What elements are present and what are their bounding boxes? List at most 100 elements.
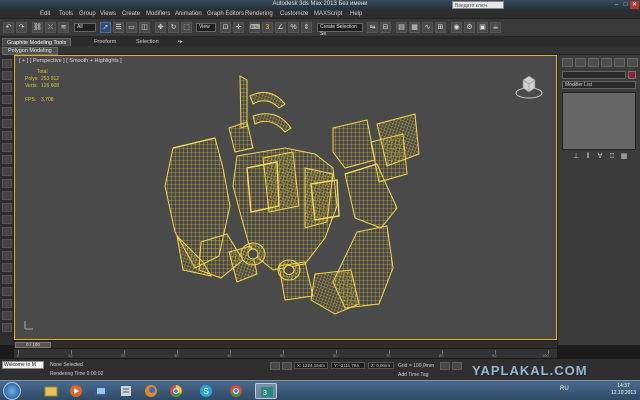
display-tab-icon[interactable] (614, 58, 625, 67)
left-tool-icon[interactable] (2, 95, 12, 104)
rendered-frame-icon[interactable]: ▣ (477, 22, 488, 33)
select-link-icon[interactable]: ⛓ (32, 22, 43, 33)
left-tool-icon[interactable] (2, 59, 12, 68)
auto-key-icon[interactable] (440, 362, 450, 370)
language-indicator[interactable]: RU (560, 386, 569, 392)
render-production-icon[interactable]: ☕ (490, 22, 501, 33)
tab-freeform[interactable]: Freeform (90, 38, 120, 46)
graphite-toggle-icon[interactable]: ▦ (409, 22, 420, 33)
create-tab-icon[interactable] (562, 58, 573, 67)
left-tool-icon[interactable] (2, 167, 12, 176)
scale-icon[interactable]: ⬚ (181, 22, 192, 33)
tab-selection[interactable]: Selection (132, 38, 163, 46)
left-tool-icon[interactable] (2, 179, 12, 188)
left-tool-icon[interactable] (2, 131, 12, 140)
z-coordinate-field[interactable]: Z: 0,0mm (368, 362, 394, 369)
modifier-list-dropdown[interactable]: Modifier List (562, 81, 636, 89)
align-icon[interactable]: ⊟ (380, 22, 391, 33)
x-coordinate-field[interactable]: X: 1224,164m (294, 362, 328, 369)
modifier-stack[interactable] (562, 92, 636, 150)
left-tool-icon[interactable] (2, 119, 12, 128)
tab-polygon-modeling[interactable]: Polygon Modeling (2, 47, 58, 55)
perspective-viewport[interactable]: [ + ] [ Perspective ] [ Smooth + Highlig… (14, 55, 557, 340)
left-tool-icon[interactable] (2, 227, 12, 236)
utilities-tab-icon[interactable] (627, 58, 638, 67)
app-icon[interactable] (115, 383, 137, 399)
menu-customize[interactable]: Customize (280, 11, 308, 17)
absolute-mode-icon[interactable] (282, 362, 292, 370)
named-selection-dropdown[interactable]: Create Selection Se (317, 23, 363, 37)
undo-icon[interactable]: ↶ (3, 22, 14, 33)
object-color-swatch[interactable] (628, 71, 636, 79)
maxscript-listener-input[interactable]: Welcome to M (2, 361, 44, 369)
explorer-icon[interactable] (40, 383, 62, 399)
menu-maxscript[interactable]: MAXScript (314, 11, 342, 17)
left-tool-icon[interactable] (2, 323, 12, 332)
rect-selection-icon[interactable]: ▭ (126, 22, 137, 33)
motion-tab-icon[interactable] (601, 58, 612, 67)
material-editor-icon[interactable]: ◉ (451, 22, 462, 33)
menu-create[interactable]: Create (122, 11, 140, 17)
left-tool-icon[interactable] (2, 263, 12, 272)
window-crossing-icon[interactable]: ◫ (139, 22, 150, 33)
remove-modifier-icon[interactable]: ♖ (608, 153, 616, 161)
tab-graphite-modeling-tools[interactable]: Graphite Modeling Tools (2, 38, 72, 46)
menu-graph-editors[interactable]: Graph Editors (207, 11, 244, 17)
set-key-icon[interactable] (452, 362, 462, 370)
move-icon[interactable]: ✥ (155, 22, 166, 33)
menu-rendering[interactable]: Rendering (245, 11, 273, 17)
ribbon-toggle-icon[interactable]: ▪▸ (174, 38, 187, 46)
menu-views[interactable]: Views (100, 11, 116, 17)
y-coordinate-field[interactable]: Y: -2111,784 (331, 362, 365, 369)
configure-sets-icon[interactable]: ▦ (620, 153, 628, 161)
3dsmax-taskbar-icon[interactable]: 3 (255, 383, 277, 399)
left-tool-icon[interactable] (2, 71, 12, 80)
menu-animation[interactable]: Animation (175, 11, 202, 17)
chrome-icon[interactable] (225, 383, 247, 399)
rotate-icon[interactable]: ↻ (168, 22, 179, 33)
left-tool-icon[interactable] (2, 251, 12, 260)
maximize-button[interactable]: □ (621, 1, 630, 9)
wireframe-model[interactable] (15, 56, 557, 340)
unlink-icon[interactable]: ⤫ (45, 22, 56, 33)
close-button[interactable]: ✕ (630, 1, 639, 9)
clock[interactable]: 14:37 12.10.2013 (611, 383, 636, 397)
object-name-field[interactable] (562, 71, 626, 79)
pin-stack-icon[interactable]: ⊥ (572, 153, 580, 161)
time-slider[interactable]: 0 / 100 (14, 340, 557, 348)
app-icon[interactable] (90, 383, 112, 399)
show-end-result-icon[interactable]: ‖ (584, 153, 592, 161)
snaps-toggle-icon[interactable]: 3 (262, 22, 273, 33)
select-object-icon[interactable]: ➚ (100, 22, 111, 33)
left-tool-icon[interactable] (2, 203, 12, 212)
media-player-icon[interactable] (65, 383, 87, 399)
left-tool-icon[interactable] (2, 215, 12, 224)
render-setup-icon[interactable]: ⚙ (464, 22, 475, 33)
track-bar[interactable]: 0 10 20 30 40 50 60 70 80 90 100 (14, 348, 557, 358)
add-time-tag[interactable]: Add Time Tag (398, 372, 428, 378)
keyboard-shortcut-icon[interactable]: ⌨ (249, 22, 260, 33)
select-by-name-icon[interactable]: ☰ (113, 22, 124, 33)
menu-modifiers[interactable]: Modifiers (146, 11, 170, 17)
bind-spacewarp-icon[interactable]: ≋ (58, 22, 69, 33)
menu-help[interactable]: Help (350, 11, 362, 17)
firefox-icon[interactable] (140, 383, 162, 399)
lock-selection-icon[interactable] (270, 362, 280, 370)
select-manipulate-icon[interactable]: ✛ (233, 22, 244, 33)
schematic-view-icon[interactable]: ⊞ (435, 22, 446, 33)
chrome-icon[interactable] (165, 383, 187, 399)
viewcube[interactable] (514, 70, 544, 100)
left-tool-icon[interactable] (2, 275, 12, 284)
left-tool-icon[interactable] (2, 239, 12, 248)
modify-tab-icon[interactable] (575, 58, 586, 67)
search-input[interactable]: Введите ключ. слово (452, 1, 504, 17)
spinner-snap-icon[interactable]: ⇕ (301, 22, 312, 33)
ref-coord-dropdown[interactable]: View (196, 23, 216, 32)
left-tool-icon[interactable] (2, 311, 12, 320)
menu-tools[interactable]: Tools (59, 11, 73, 17)
left-tool-icon[interactable] (2, 143, 12, 152)
redo-icon[interactable]: ↷ (16, 22, 27, 33)
minimize-button[interactable]: – (612, 1, 621, 9)
hierarchy-tab-icon[interactable] (588, 58, 599, 67)
left-tool-icon[interactable] (2, 83, 12, 92)
